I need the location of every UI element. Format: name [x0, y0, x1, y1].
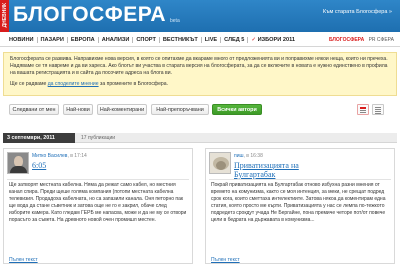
nav-item-after5[interactable]: СЛЕД 5 [221, 36, 249, 43]
post-author-link[interactable]: пиш [234, 153, 244, 159]
filter-all-authors-button[interactable]: Всички автори [212, 104, 262, 115]
nav-item-europe[interactable]: ЕВРОПА [68, 36, 99, 43]
filter-following-button[interactable]: Следвани от мен [9, 104, 59, 115]
nav-item-newspaper[interactable]: ВЕСТНИКЪТ [160, 36, 202, 43]
post-time: в 17:14 [70, 153, 87, 159]
publication-count: 17 публикации [81, 135, 116, 141]
notice-line-2: навреме и да ви хареса. Ако блогът ви уч… [10, 63, 388, 76]
nav-item-news[interactable]: НОВИНИ [6, 36, 38, 43]
filter-newest-button[interactable]: Най-нови [63, 104, 93, 115]
notice-feedback-post: за промените в Блогосфера. [98, 81, 169, 87]
author-avatar[interactable] [7, 152, 29, 174]
grid-view-icon[interactable] [372, 104, 384, 115]
info-notice: Блогосферата се развива. Направихме нова… [3, 52, 397, 96]
divider [7, 179, 189, 180]
beta-label: beta [170, 18, 180, 24]
author-avatar[interactable] [209, 152, 231, 174]
nav-item-analyses[interactable]: АНАЛИЗИ [99, 36, 134, 43]
notice-text: Блогосферата се развива. Направихме нова… [10, 56, 390, 77]
post-excerpt: Покрай приватизацията на Булгартабак отн… [211, 182, 386, 223]
dnevnik-logo-text: ДНЕВНИК [1, 3, 8, 28]
nav-blogosphere[interactable]: БЛОГОСФЕРА [329, 37, 364, 43]
site-logo[interactable]: БЛОГОСФЕРА [13, 3, 166, 27]
divider [209, 179, 391, 180]
date-label: 3 септември, 2011 [3, 133, 75, 143]
nav-right: БЛОГОСФЕРА PR СФЕРА [329, 37, 394, 43]
notice-line-3: сайта да посочите адреса на блога ви. [80, 70, 172, 76]
post-card: пиш, в 16:38 Приватизацията на Булгартаб… [205, 148, 395, 264]
post-card: Митко Василев, в 17:14 6:05 Ще затворят … [3, 148, 193, 264]
post-time: в 16:38 [246, 153, 263, 159]
post-author: Митко Василев, в 17:14 [32, 153, 87, 159]
notice-feedback: Ще се радваме да споделите мнение за про… [10, 81, 390, 88]
dnevnik-logo-tag[interactable]: ДНЕВНИК [0, 0, 9, 32]
post-author: пиш, в 16:38 [234, 153, 263, 159]
read-more-link[interactable]: Пълен текст [211, 257, 240, 263]
notice-feedback-pre: Ще се радваме [10, 81, 48, 87]
elections-icon: ✓ [251, 36, 257, 43]
date-bar: 3 септември, 2011 17 публикации [3, 133, 397, 143]
post-title[interactable]: Приватизацията на Булгартабак [234, 161, 334, 179]
list-view-icon[interactable] [357, 104, 369, 115]
post-excerpt: Ще затворят местната кабелна. Няма да ре… [9, 182, 187, 223]
nav-pr-sphere[interactable]: PR СФЕРА [369, 37, 394, 43]
site-header: ДНЕВНИК БЛОГОСФЕРА beta Към старата Блог… [0, 0, 400, 32]
filter-recommended-button[interactable]: Най-препоръчвани [151, 104, 209, 115]
old-blogosphere-link[interactable]: Към старата Блогосфера » [323, 9, 392, 15]
post-author-link[interactable]: Митко Василев [32, 153, 67, 159]
nav-item-live[interactable]: LIVE [202, 36, 222, 43]
read-more-link[interactable]: Пълен текст [9, 257, 38, 263]
feedback-link[interactable]: да споделите мнение [48, 81, 99, 87]
filter-most-commented-button[interactable]: Най-коментирани [97, 104, 147, 115]
nav-item-elections-label: ИЗБОРИ 2011 [257, 36, 295, 43]
post-title[interactable]: 6:05 [32, 161, 46, 170]
nav-item-elections[interactable]: ✓ ИЗБОРИ 2011 [248, 37, 298, 43]
nav-item-markets[interactable]: ПАЗАРИ [38, 36, 68, 43]
nav-item-sport[interactable]: СПОРТ [133, 36, 160, 43]
